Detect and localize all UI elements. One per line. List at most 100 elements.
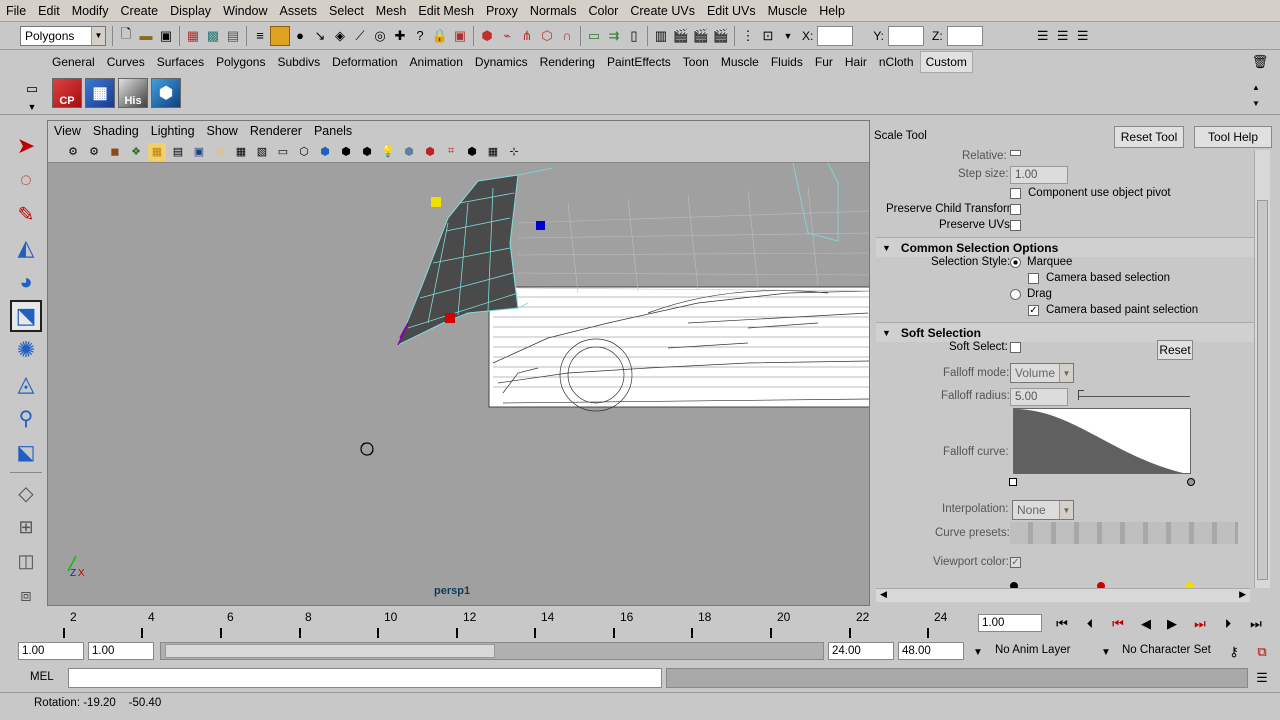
viewport-menu-show[interactable]: Show <box>207 124 238 138</box>
lights-icon[interactable]: 💡 <box>379 143 397 161</box>
panel-horizontal-scrollbar[interactable]: ◀ ▶ <box>876 588 1250 602</box>
shelf-tab-animation[interactable]: Animation <box>404 51 469 73</box>
preserve-uvs-checkbox[interactable] <box>1010 220 1021 231</box>
shelf-tab-curves[interactable]: Curves <box>101 51 151 73</box>
shelf-uv-button[interactable]: ▦ <box>85 78 115 108</box>
camera-paint-checkbox[interactable]: ✓ <box>1028 305 1039 316</box>
hypershade-icon[interactable]: ⋮ <box>738 26 758 46</box>
tool-help-button[interactable]: Tool Help <box>1194 126 1272 148</box>
menu-help[interactable]: Help <box>813 0 851 22</box>
slider-handle[interactable] <box>1078 390 1084 400</box>
sphere-icon[interactable]: ● <box>290 26 310 46</box>
camera-attr-icon[interactable]: ⚙ <box>85 143 103 161</box>
shadows-icon[interactable]: ⬢ <box>400 143 418 161</box>
step-back-key-icon[interactable]: ⏮ <box>1108 614 1128 634</box>
magnet-icon[interactable]: ∩ <box>557 26 577 46</box>
component-pivot-checkbox[interactable] <box>1010 188 1021 199</box>
chevron-down-icon[interactable]: ▼ <box>22 97 42 117</box>
shelf-tab-subdivs[interactable]: Subdivs <box>271 51 326 73</box>
textured-icon[interactable]: ⬢ <box>358 143 376 161</box>
menu-set-dropdown[interactable]: Polygons ▼ <box>20 25 106 46</box>
vertex-handle-red[interactable] <box>445 313 455 323</box>
frame-selected-icon[interactable]: ⊹ <box>505 143 523 161</box>
shelf-tab-deformation[interactable]: Deformation <box>326 51 403 73</box>
menu-edit-mesh[interactable]: Edit Mesh <box>412 0 480 22</box>
universal-manip-icon[interactable]: ✺ <box>10 334 42 366</box>
image-plane-icon[interactable]: ❖ <box>127 143 145 161</box>
marquee-radio[interactable] <box>1010 257 1021 268</box>
falloff-curve-graph[interactable] <box>1013 408 1191 474</box>
perspective-viewport[interactable]: View Shading Lighting Show Renderer Pane… <box>47 120 870 606</box>
go-to-end-icon[interactable]: ⏭ <box>1246 614 1266 634</box>
gate-mask-icon[interactable]: ◙ <box>211 143 229 161</box>
step-back-icon[interactable]: ⏴ <box>1080 614 1100 634</box>
y-field[interactable] <box>888 25 925 46</box>
attribute-editor-icon[interactable]: ☰ <box>1053 26 1073 46</box>
playback-end-field[interactable]: 24.00 <box>828 642 894 660</box>
scale-tool-icon[interactable]: ⬔ <box>10 300 42 332</box>
soft-reset-button[interactable]: Reset <box>1157 340 1193 360</box>
vertex-handle-blue[interactable] <box>536 221 545 230</box>
menu-display[interactable]: Display <box>164 0 217 22</box>
last-tool-icon[interactable]: ⬕ <box>10 436 42 468</box>
common-selection-header[interactable]: ▼ Common Selection Options <box>876 237 1254 257</box>
curve-key-right[interactable] <box>1187 478 1195 486</box>
viewport-menu-shading[interactable]: Shading <box>93 124 139 138</box>
animation-start-field[interactable]: 1.00 <box>18 642 84 660</box>
drag-radio[interactable] <box>1010 289 1021 300</box>
vertex-handle-yellow[interactable] <box>431 197 441 207</box>
chevron-down-icon[interactable]: ▼ <box>968 642 988 662</box>
menu-normals[interactable]: Normals <box>524 0 583 22</box>
x-field[interactable] <box>817 25 854 46</box>
preserve-child-checkbox[interactable] <box>1010 204 1021 215</box>
channel-box-icon[interactable]: ☰ <box>1033 26 1053 46</box>
command-input[interactable] <box>68 668 662 688</box>
menu-modify[interactable]: Modify <box>66 0 115 22</box>
menu-edit-uvs[interactable]: Edit UVs <box>701 0 762 22</box>
falloff-radius-field[interactable]: 5.00 <box>1010 388 1068 406</box>
viewport-menu-panels[interactable]: Panels <box>314 124 352 138</box>
step-forward-icon[interactable]: ⏵ <box>1218 614 1238 634</box>
side-by-side-layout-icon[interactable]: ◫ <box>10 545 42 577</box>
mask-all-icon[interactable] <box>270 25 290 46</box>
four-pane-layout-icon[interactable]: ⊞ <box>10 511 42 543</box>
viewport-scene[interactable]: Z X persp1 <box>48 162 869 605</box>
shelf-tab-rendering[interactable]: Rendering <box>534 51 601 73</box>
save-scene-icon[interactable]: ▣ <box>156 26 176 46</box>
new-scene-icon[interactable]: 🗋 <box>116 26 136 46</box>
shelf-tab-fur[interactable]: Fur <box>809 51 839 73</box>
snap-view-icon[interactable]: ⬡ <box>537 26 557 46</box>
deformer-icon[interactable]: ⟋ <box>350 26 370 46</box>
preferences-icon[interactable]: ⧉ <box>1252 642 1272 662</box>
scroll-right-icon[interactable]: ▶ <box>1239 589 1246 600</box>
script-editor-icon[interactable]: ☰ <box>1252 668 1272 688</box>
viewport-color-ramp[interactable] <box>1010 580 1194 588</box>
step-size-field[interactable]: 1.00 <box>1010 166 1068 184</box>
viewport-color-checkbox[interactable]: ✓ <box>1010 557 1021 568</box>
shelf-tab-painteffects[interactable]: PaintEffects <box>601 51 677 73</box>
construction-history-icon[interactable]: ▭ <box>584 26 604 46</box>
reset-tool-button[interactable]: Reset Tool <box>1114 126 1184 148</box>
input-output-icon[interactable]: ⇉ <box>604 26 624 46</box>
open-scene-icon[interactable]: ▬ <box>136 26 156 46</box>
transform-mode-icon[interactable]: ⊡ <box>758 26 778 46</box>
snap-grid-icon[interactable]: ⬢ <box>477 26 497 46</box>
paint-select-tool-icon[interactable]: ✎ <box>10 198 42 230</box>
xray-icon[interactable]: ⬢ <box>421 143 439 161</box>
resolution-gate-icon[interactable]: ▣ <box>190 143 208 161</box>
plus-icon[interactable]: ✚ <box>390 26 410 46</box>
playback-start-field[interactable]: 1.00 <box>88 642 154 660</box>
anim-layer-dropdown-icon[interactable]: ▼ <box>1096 642 1116 662</box>
curve-icon[interactable]: ↘ <box>310 26 330 46</box>
shelf-cp-button[interactable]: CP <box>52 78 82 108</box>
snap-point-icon[interactable]: ⋔ <box>517 26 537 46</box>
menu-muscle[interactable]: Muscle <box>762 0 814 22</box>
field-chart-icon[interactable]: ▦ <box>232 143 250 161</box>
shelf-tab-general[interactable]: General <box>46 51 101 73</box>
time-ruler[interactable]: 2 4 6 8 10 12 14 16 18 20 22 24 <box>14 610 970 638</box>
menu-color[interactable]: Color <box>582 0 624 22</box>
chevron-down-icon[interactable]: ▼ <box>778 26 798 46</box>
relative-checkbox[interactable] <box>1010 150 1021 156</box>
shelf-tab-muscle[interactable]: Muscle <box>715 51 765 73</box>
lasso-tool-icon[interactable]: ◌ <box>10 164 42 196</box>
